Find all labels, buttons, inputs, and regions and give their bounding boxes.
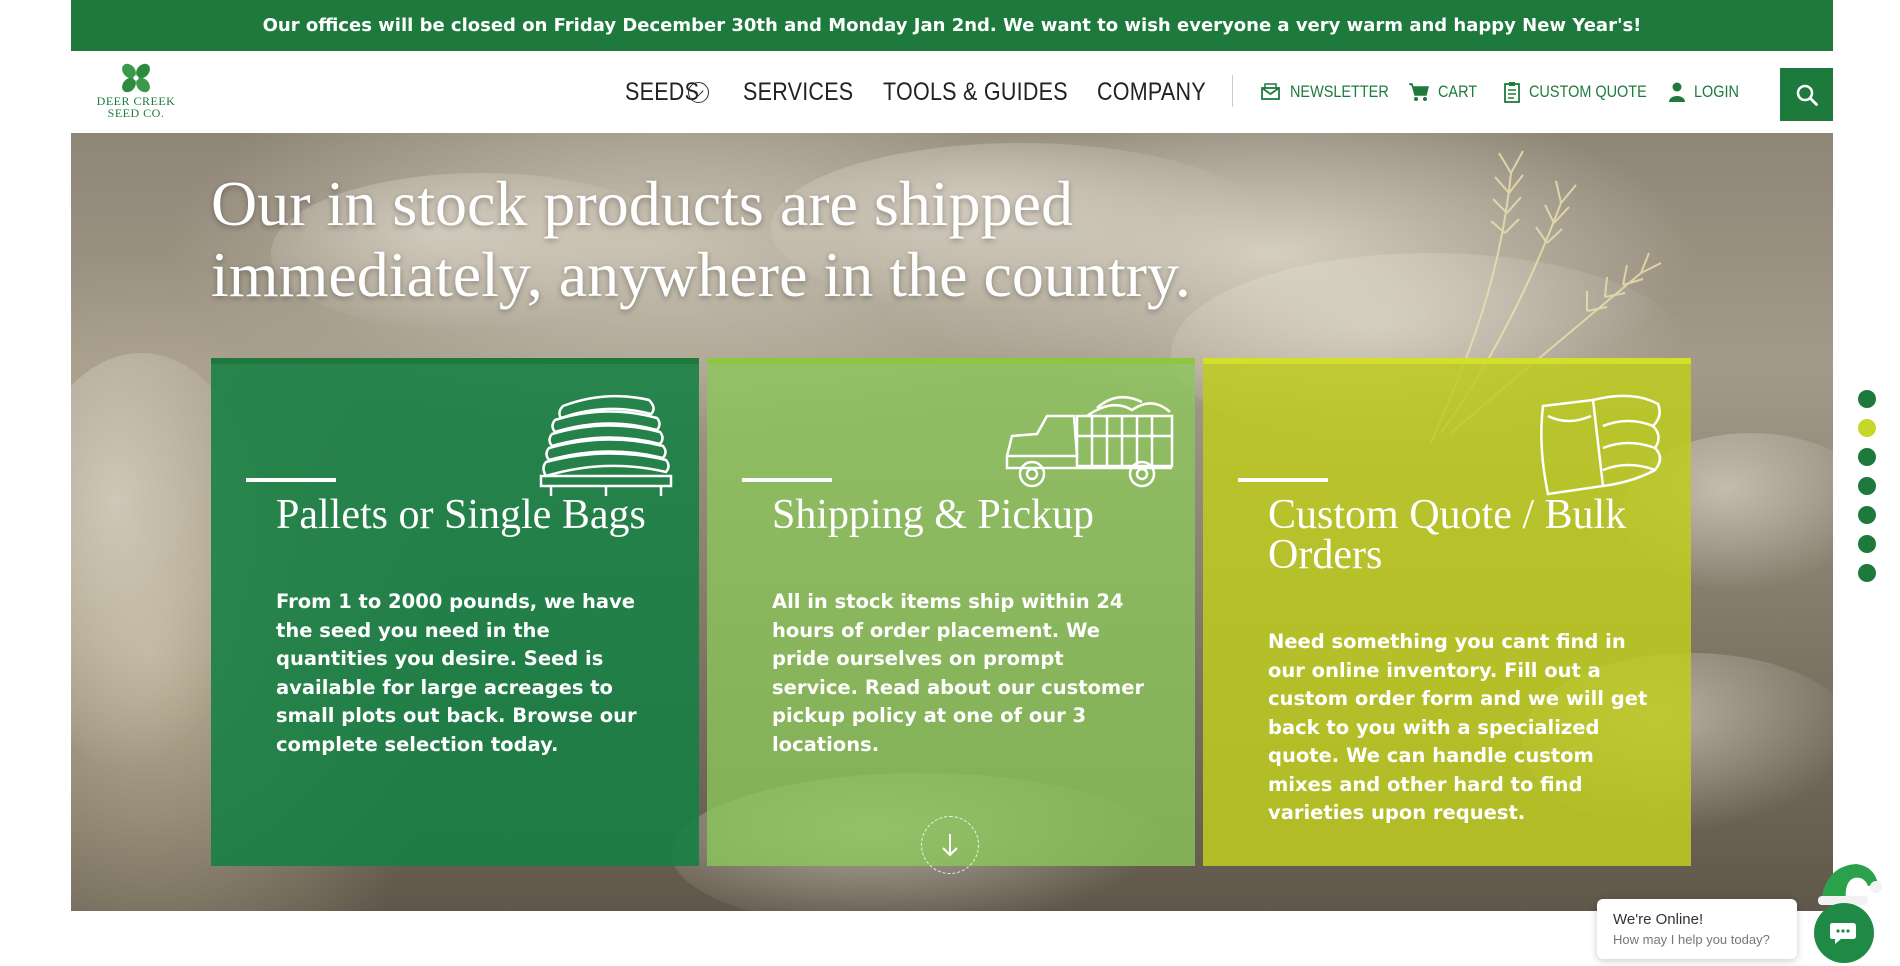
nav-tools-guides[interactable]: TOOLS & GUIDES [883, 51, 1098, 133]
search-icon [1796, 84, 1818, 106]
hero-section: Our in stock products are shipped immedi… [71, 133, 1833, 911]
logo[interactable]: Deer Creek Seed Co. [90, 61, 182, 125]
slide-dot[interactable] [1858, 390, 1876, 408]
login-link[interactable]: LOGIN [1668, 51, 1747, 133]
chevron-down-icon[interactable] [688, 82, 709, 103]
card-title: Custom Quote / Bulk Orders [1268, 492, 1627, 578]
logo-line-2: Seed Co. [107, 106, 165, 120]
cart-label: CART [1438, 82, 1478, 101]
cart-link[interactable]: CART [1408, 51, 1484, 133]
chat-launcher-button[interactable] [1814, 903, 1874, 963]
cart-icon [1409, 83, 1429, 101]
slide-dot[interactable] [1858, 477, 1876, 495]
card-shipping[interactable]: Shipping & Pickup All in stock items shi… [707, 358, 1195, 866]
nav-company-label: COMPANY [1097, 77, 1206, 106]
chat-icon [1830, 923, 1856, 944]
hero-title-line-2: immediately, anywhere in the country. [211, 239, 1191, 310]
card-title: Pallets or Single Bags [276, 492, 646, 538]
seed-bags-icon [1540, 394, 1662, 496]
slide-dot[interactable] [1858, 448, 1876, 466]
card-accent-line [246, 478, 336, 482]
nav-services-label: SERVICES [743, 77, 854, 106]
custom-quote-label: CUSTOM QUOTE [1529, 82, 1647, 101]
clipboard-icon [1504, 82, 1520, 103]
card-title: Shipping & Pickup [772, 492, 1095, 538]
stacked-bags-pallet-icon [539, 394, 673, 496]
login-label: LOGIN [1694, 82, 1739, 101]
truck-icon [1005, 395, 1174, 488]
slide-dot[interactable] [1858, 506, 1876, 524]
card-custom-quote[interactable]: Custom Quote / Bulk Orders Need somethin… [1203, 358, 1691, 866]
chat-title: We're Online! [1613, 911, 1704, 928]
nav-services[interactable]: SERVICES [743, 51, 871, 133]
card-body: From 1 to 2000 pounds, we have the seed … [276, 590, 637, 756]
scroll-down-button[interactable] [921, 816, 979, 874]
card-body: All in stock items ship within 24 hours … [772, 590, 1145, 756]
nav-divider [1232, 75, 1233, 107]
card-pallets[interactable]: Pallets or Single Bags From 1 to 2000 po… [211, 358, 699, 866]
card-topbar [707, 358, 1195, 364]
user-icon [1669, 82, 1685, 102]
search-button[interactable] [1780, 68, 1833, 121]
announcement-text: Our offices will be closed on Friday Dec… [262, 15, 1642, 36]
newsletter-label: NEWSLETTER [1290, 82, 1389, 101]
arrow-down-icon [942, 834, 958, 857]
slide-dot-active[interactable] [1858, 419, 1876, 437]
card-accent-line [1238, 478, 1328, 482]
slide-dot[interactable] [1858, 564, 1876, 582]
chat-subtitle: How may I help you today? [1613, 932, 1770, 947]
card-body: Need something you cant find in our onli… [1268, 630, 1648, 824]
site-header: Deer Creek Seed Co. SEEDS SERVICES TOOLS… [71, 51, 1833, 133]
nav-tools-label: TOOLS & GUIDES [883, 77, 1068, 106]
nav-company[interactable]: COMPANY [1097, 51, 1224, 133]
card-topbar [211, 358, 699, 364]
newsletter-link[interactable]: NEWSLETTER [1260, 51, 1406, 133]
santa-hat-icon [1818, 864, 1882, 905]
slide-dot[interactable] [1858, 535, 1876, 553]
slide-dots [1858, 390, 1878, 593]
hero-title: Our in stock products are shipped immedi… [211, 168, 1411, 310]
four-leaf-logo-icon [122, 63, 150, 93]
hero-title-line-1: Our in stock products are shipped [211, 168, 1074, 239]
custom-quote-link[interactable]: CUSTOM QUOTE [1503, 51, 1668, 133]
card-topbar [1203, 358, 1691, 364]
chat-greeting-bubble[interactable]: We're Online! How may I help you today? [1597, 899, 1797, 959]
announcement-bar: Our offices will be closed on Friday Dec… [71, 0, 1833, 51]
envelope-icon [1261, 83, 1280, 100]
card-accent-line [742, 478, 832, 482]
